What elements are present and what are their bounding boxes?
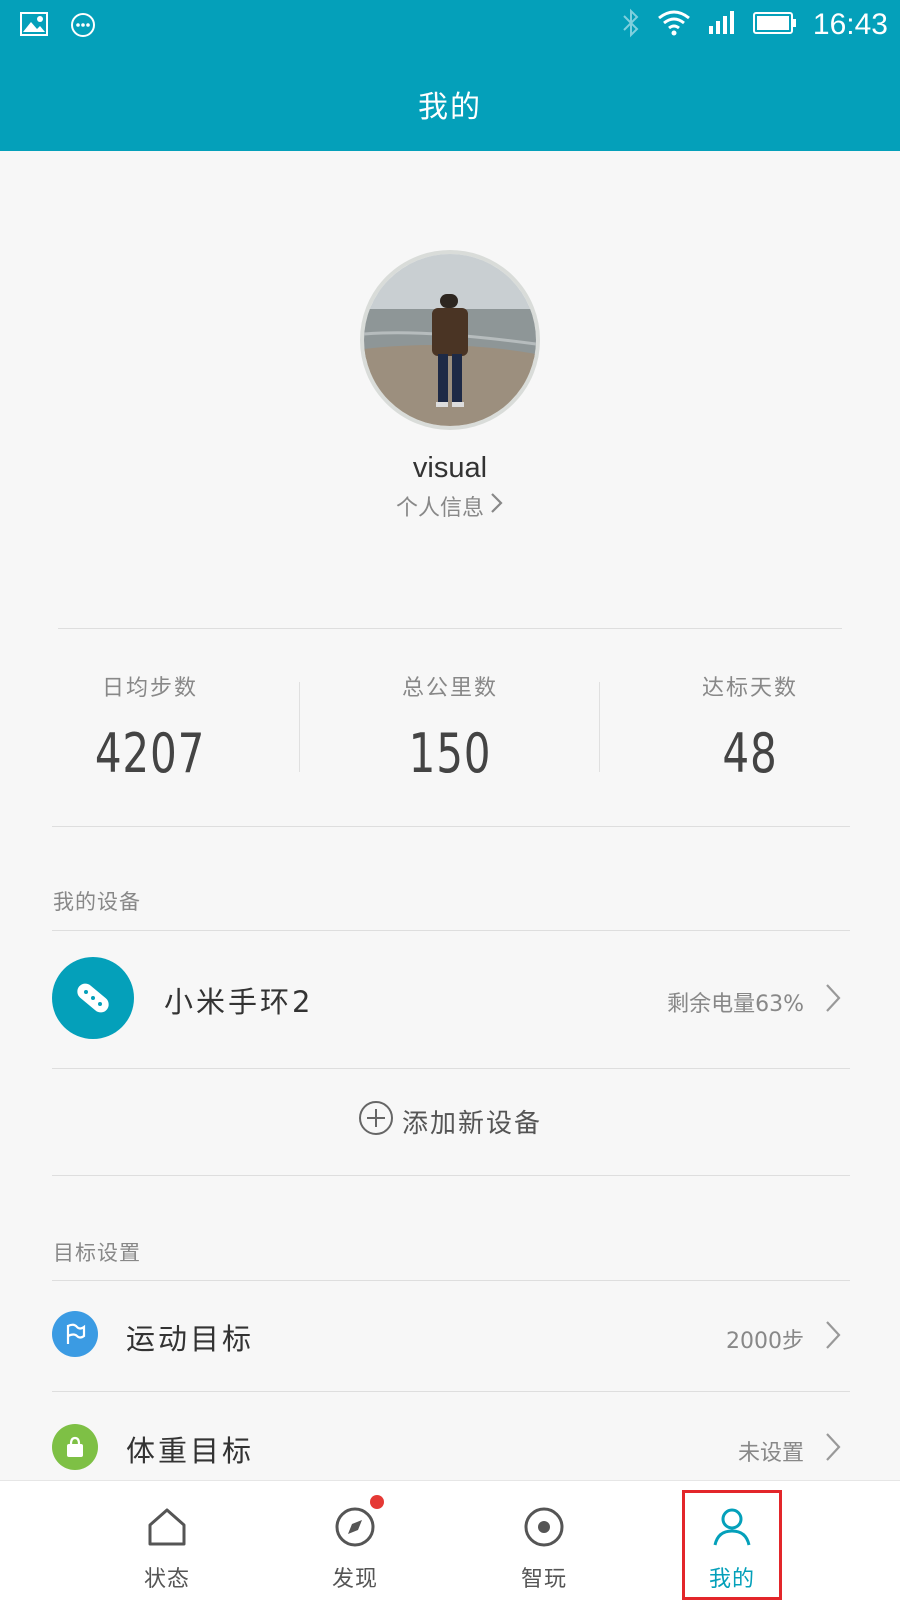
highlight-box: [682, 1490, 782, 1600]
stat-label: 达标天数: [701, 676, 798, 701]
goal-value: 未设置: [737, 1441, 804, 1466]
stat-avg-steps: 日均步数 4207: [0, 670, 300, 785]
divider: [52, 1068, 850, 1069]
profile-info-link[interactable]: 个人信息: [0, 490, 900, 522]
nav-label: 智玩: [520, 1567, 567, 1592]
signal-icon: [707, 10, 737, 40]
goal-value: 2000步: [726, 1329, 804, 1354]
device-battery: 剩余电量63%: [667, 992, 804, 1017]
stat-value: 48: [722, 722, 778, 785]
nav-item-smart-play[interactable]: 智玩: [484, 1481, 604, 1600]
device-row[interactable]: 小米手环2 剩余电量63%: [52, 931, 850, 1067]
stat-label: 总公里数: [401, 676, 498, 701]
flag-icon: [52, 1311, 98, 1357]
chevron-right-icon: [490, 491, 504, 521]
divider: [52, 826, 850, 827]
chevron-right-icon: [824, 1431, 842, 1467]
stat-value: 150: [408, 722, 492, 785]
goal-row-exercise[interactable]: 运动目标 2000步: [52, 1281, 850, 1391]
status-bar: 16:43: [0, 0, 900, 52]
status-time: 16:43: [812, 8, 888, 41]
wifi-icon: [657, 10, 691, 40]
goal-row-weight[interactable]: 体重目标 未设置: [52, 1392, 850, 1480]
nav-label: 发现: [331, 1567, 378, 1592]
page-title: 我的: [418, 90, 482, 125]
stat-label: 日均步数: [101, 676, 198, 701]
section-label-goals: 目标设置: [53, 1241, 141, 1265]
chevron-right-icon: [824, 1319, 842, 1355]
nav-item-discover[interactable]: 发现: [295, 1481, 415, 1600]
notification-badge: [370, 1495, 384, 1509]
avatar[interactable]: [360, 250, 540, 430]
goal-name: 运动目标: [126, 1322, 255, 1356]
compass-icon: [333, 1481, 377, 1553]
bluetooth-icon: [621, 8, 641, 42]
profile-info-label: 个人信息: [395, 496, 484, 521]
stat-goal-days: 达标天数 48: [600, 670, 900, 785]
weight-icon: [52, 1424, 98, 1470]
target-icon: [522, 1481, 566, 1553]
nav-label: 状态: [143, 1567, 190, 1592]
add-device-button[interactable]: 添加新设备: [0, 1100, 900, 1143]
stat-total-km: 总公里数 150: [300, 670, 600, 785]
home-icon: [145, 1481, 189, 1553]
image-icon: [20, 12, 48, 42]
stats-panel: 日均步数 4207 总公里数 150 达标天数 48: [0, 670, 900, 800]
stat-value: 4207: [94, 722, 206, 785]
stat-separator: [299, 682, 300, 772]
nav-item-status[interactable]: 状态: [107, 1481, 227, 1600]
username: visual: [412, 452, 488, 484]
device-name: 小米手环2: [164, 985, 314, 1019]
title-bar: 我的: [0, 52, 900, 151]
add-device-label: 添加新设备: [401, 1109, 542, 1139]
add-circle-icon: [358, 1100, 394, 1143]
message-icon: [70, 12, 96, 42]
goal-name: 体重目标: [126, 1434, 255, 1468]
divider: [58, 628, 842, 629]
battery-icon: [752, 11, 797, 39]
band-icon: [52, 957, 134, 1039]
stat-separator: [599, 682, 600, 772]
divider: [52, 1175, 850, 1176]
section-label-devices: 我的设备: [53, 890, 141, 914]
chevron-right-icon: [824, 982, 842, 1018]
